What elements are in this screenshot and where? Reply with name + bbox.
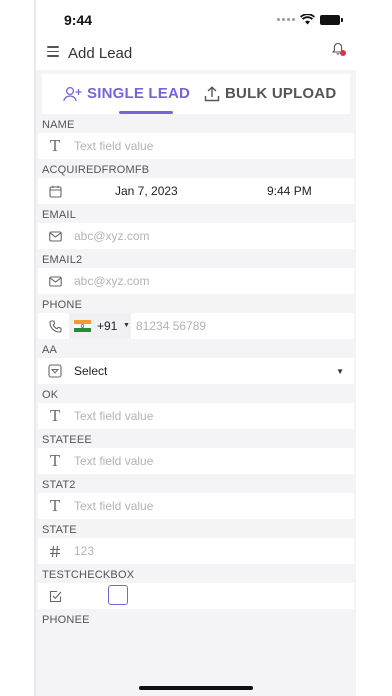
status-time: 9:44: [64, 12, 93, 28]
chevron-down-icon: ▼: [123, 322, 130, 329]
calendar-icon: [48, 184, 62, 198]
background-right-strip: [356, 0, 392, 696]
upload-icon: [204, 85, 220, 101]
notification-badge: [340, 50, 346, 56]
page-title: Add Lead: [68, 45, 133, 62]
acquired-time[interactable]: 9:44 PM: [267, 184, 312, 198]
checkbox-icon: [48, 589, 62, 603]
tab-bar: SINGLE LEAD BULK UPLOAD: [36, 70, 356, 114]
state-label: STATE: [42, 524, 77, 536]
acquired-datetime-field[interactable]: Jan 7, 2023 9:44 PM: [38, 178, 354, 204]
hamburger-icon[interactable]: [47, 46, 59, 58]
stat2-label: STAT2: [42, 479, 76, 491]
stateee-placeholder: Text field value: [74, 454, 154, 468]
email2-label: EMAIL2: [42, 254, 83, 266]
state-placeholder: 123: [74, 544, 95, 558]
ok-field[interactable]: T Text field value: [38, 403, 354, 429]
background-left-strip: [0, 0, 36, 696]
name-label: NAME: [42, 119, 75, 131]
phone-screen: 9:44 Add Lead SINGLE LEAD BULK UPLOAD NA…: [36, 0, 356, 696]
stateee-field[interactable]: T Text field value: [38, 448, 354, 474]
phonee-label: PHONEE: [42, 614, 90, 626]
tab-bulk-upload-label: BULK UPLOAD: [225, 85, 337, 102]
email-label: EMAIL: [42, 209, 77, 221]
aa-label: AA: [42, 344, 58, 356]
text-type-icon: T: [49, 452, 60, 470]
phone-placeholder: 81234 56789: [136, 319, 207, 333]
signal-icon: [277, 18, 295, 21]
name-field[interactable]: T Text field value: [38, 133, 354, 159]
aa-select[interactable]: Select ▼: [38, 358, 354, 384]
aa-selected-value: Select: [74, 364, 108, 378]
tabs: SINGLE LEAD BULK UPLOAD: [42, 74, 350, 114]
text-type-icon: T: [49, 137, 60, 155]
country-code: +91: [97, 319, 118, 333]
india-flag-icon: [74, 320, 91, 332]
acquired-date[interactable]: Jan 7, 2023: [115, 184, 178, 198]
testcheckbox-checkbox[interactable]: [108, 585, 128, 605]
lead-form: NAME T Text field value ACQUIREDFROMFB J…: [36, 114, 356, 628]
dropdown-icon: [48, 364, 62, 378]
status-icons: [277, 14, 343, 25]
status-bar: 9:44: [36, 0, 356, 40]
testcheckbox-field: [38, 583, 354, 609]
phone-field[interactable]: +91 ▼ 81234 56789: [38, 313, 354, 339]
email2-placeholder: abc@xyz.com: [74, 274, 150, 288]
tab-bulk-upload[interactable]: BULK UPLOAD: [204, 85, 336, 102]
chevron-down-icon: ▼: [336, 367, 344, 376]
stat2-field[interactable]: T Text field value: [38, 493, 354, 519]
app-bar: Add Lead: [36, 40, 356, 70]
tab-single-lead[interactable]: SINGLE LEAD: [63, 85, 190, 102]
state-field[interactable]: 123: [38, 538, 354, 564]
text-type-icon: T: [49, 407, 60, 425]
text-type-icon: T: [49, 497, 60, 515]
mail-icon: [48, 274, 62, 288]
bell-icon[interactable]: [331, 42, 346, 56]
person-add-icon: [63, 86, 82, 101]
home-indicator: [139, 686, 253, 690]
stat2-placeholder: Text field value: [74, 499, 154, 513]
email-placeholder: abc@xyz.com: [74, 229, 150, 243]
testcheckbox-label: TESTCHECKBOX: [42, 569, 135, 581]
name-placeholder: Text field value: [74, 139, 154, 153]
hash-icon: [48, 544, 62, 558]
mail-icon: [48, 229, 62, 243]
ok-label: OK: [42, 389, 59, 401]
stateee-label: STATEEE: [42, 434, 92, 446]
ok-placeholder: Text field value: [74, 409, 154, 423]
email2-field[interactable]: abc@xyz.com: [38, 268, 354, 294]
battery-icon: [320, 14, 343, 25]
phone-label: PHONE: [42, 299, 83, 311]
wifi-icon: [300, 14, 315, 25]
email-field[interactable]: abc@xyz.com: [38, 223, 354, 249]
phone-icon: [48, 319, 62, 333]
tab-single-lead-label: SINGLE LEAD: [87, 85, 191, 102]
acquired-label: ACQUIREDFROMFB: [42, 164, 150, 176]
